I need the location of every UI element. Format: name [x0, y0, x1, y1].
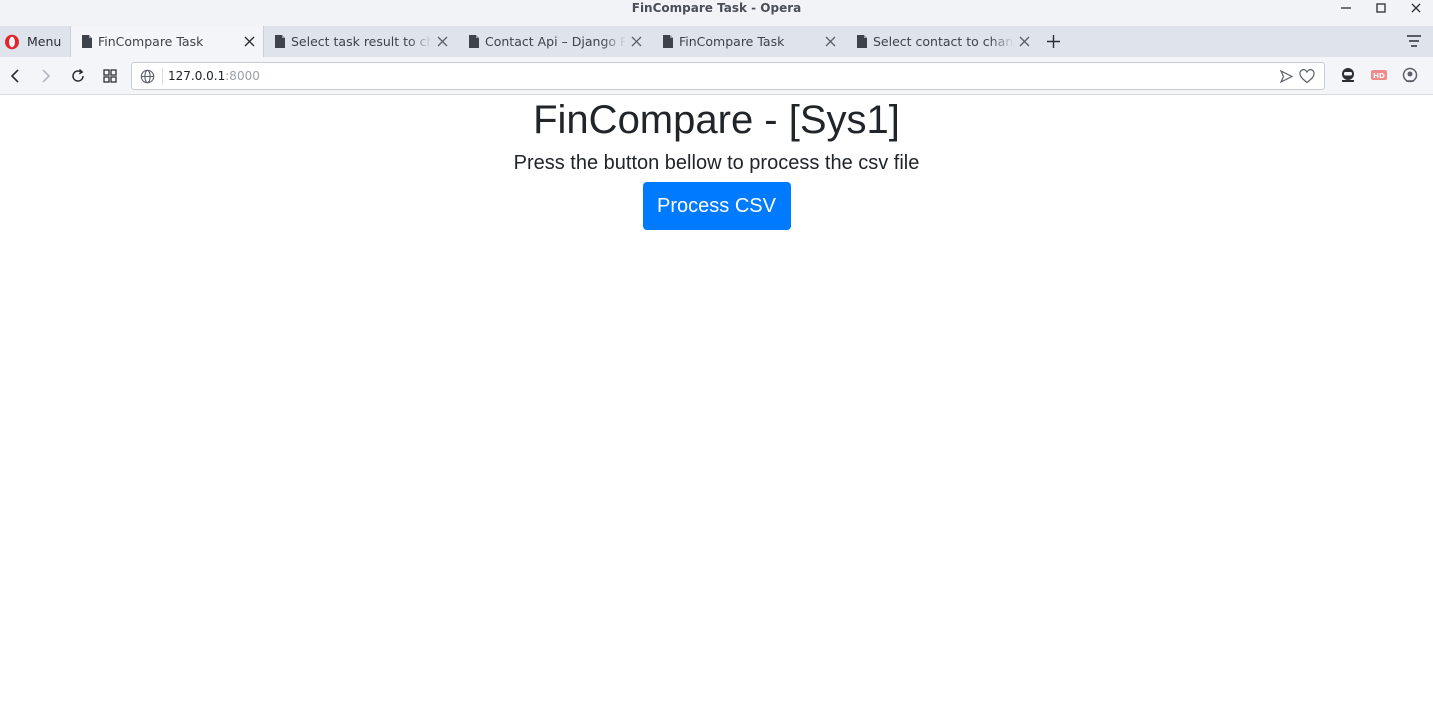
tab-fade — [408, 26, 432, 57]
tab-fincompare-task-active[interactable]: FinCompare Task — [70, 26, 264, 57]
document-icon — [82, 35, 92, 48]
close-icon[interactable] — [824, 35, 837, 48]
page-content: FinCompare - [Sys1] Press the button bel… — [0, 96, 1433, 717]
forward-icon[interactable] — [37, 67, 55, 85]
svg-text:HD: HD — [1373, 72, 1385, 80]
process-csv-button[interactable]: Process CSV — [642, 182, 791, 230]
close-icon[interactable] — [436, 35, 449, 48]
maximize-icon — [1376, 3, 1386, 13]
document-icon — [663, 35, 673, 48]
hd-icon[interactable]: HD — [1370, 66, 1388, 84]
close-icon[interactable] — [243, 35, 256, 48]
address-bar[interactable]: 127.0.0.1:8000 — [131, 62, 1325, 90]
opera-logo-icon — [5, 34, 19, 49]
speed-dial-icon[interactable] — [101, 67, 119, 85]
opera-menu-button[interactable]: Menu — [0, 26, 70, 57]
tab-select-contact[interactable]: Select contact to change — [846, 26, 1040, 57]
document-icon — [275, 35, 285, 48]
close-icon[interactable] — [630, 35, 643, 48]
reload-icon[interactable] — [69, 67, 87, 85]
maximize-button[interactable] — [1366, 0, 1396, 16]
tab-bar: Menu FinCompare Task Select task result … — [0, 26, 1433, 57]
tab-label: FinCompare Task — [679, 34, 785, 49]
page-title: FinCompare - [Sys1] — [533, 98, 900, 142]
page-lead-text: Press the button bellow to process the c… — [513, 152, 920, 174]
send-icon[interactable] — [1279, 69, 1294, 84]
menu-label: Menu — [27, 34, 62, 49]
window-titlebar: FinCompare Task - Opera — [0, 0, 1433, 26]
tab-fincompare-task[interactable]: FinCompare Task — [652, 26, 846, 57]
globe-icon — [140, 69, 155, 84]
close-icon — [1411, 3, 1421, 13]
flow-icon[interactable] — [1401, 66, 1419, 84]
close-window-button[interactable] — [1401, 0, 1431, 16]
window-title: FinCompare Task - Opera — [631, 1, 802, 15]
url-port: :8000 — [225, 69, 260, 83]
url-text[interactable]: 127.0.0.1:8000 — [168, 63, 260, 89]
tab-fade — [990, 26, 1014, 57]
heart-icon[interactable] — [1299, 69, 1315, 84]
url-host: 127.0.0.1 — [168, 69, 226, 83]
navigation-bar: 127.0.0.1:8000 — [0, 57, 1433, 95]
vpn-icon[interactable] — [1339, 66, 1357, 84]
address-separator — [162, 68, 163, 85]
tab-contact-api[interactable]: Contact Api – Django RES — [458, 26, 652, 57]
tab-fade — [602, 26, 626, 57]
tab-menu-icon[interactable] — [1405, 33, 1423, 49]
document-icon — [857, 35, 867, 48]
back-icon[interactable] — [6, 67, 24, 85]
close-icon[interactable] — [1018, 35, 1031, 48]
minimize-button[interactable] — [1331, 0, 1361, 16]
tab-select-task-result[interactable]: Select task result to chan — [264, 26, 458, 57]
plus-icon[interactable] — [1045, 33, 1062, 50]
minimize-icon — [1341, 7, 1351, 9]
document-icon — [469, 35, 479, 48]
tab-label: FinCompare Task — [98, 34, 204, 49]
